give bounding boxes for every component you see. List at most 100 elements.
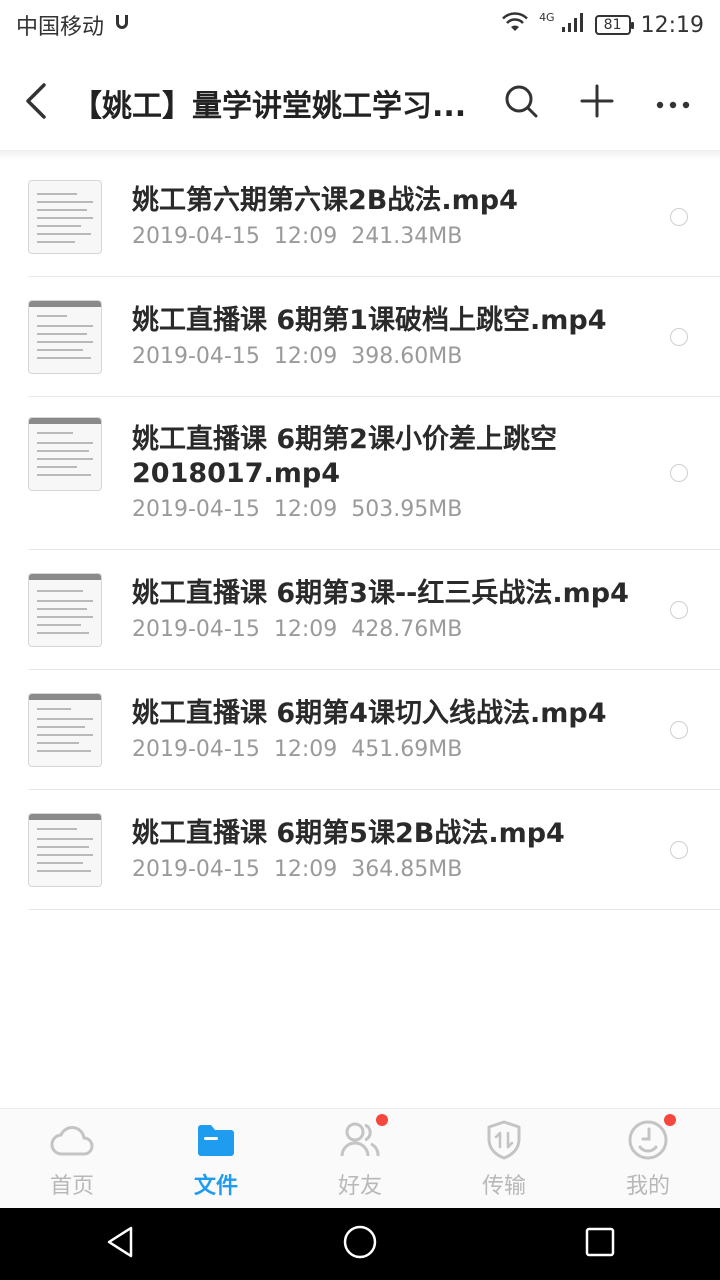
video-thumbnail — [28, 812, 102, 887]
header-bar: 【姚工】量学讲堂姚工学习... — [0, 60, 720, 146]
select-checkbox[interactable] — [670, 464, 688, 482]
file-row[interactable]: 姚工直播课 6期第4课切入线战法.mp4 2019-04-15 12:09 45… — [28, 670, 720, 790]
nav-back-button[interactable] — [80, 1208, 160, 1280]
file-info: 姚工直播课 6期第4课切入线战法.mp4 2019-04-15 12:09 45… — [132, 697, 720, 763]
file-date: 2019-04-15 — [132, 497, 260, 522]
tab-label: 首页 — [49, 1174, 94, 1199]
square-recents-icon — [584, 1226, 616, 1262]
file-info: 姚工直播课 6期第3课--红三兵战法.mp4 2019-04-15 12:09 … — [132, 577, 720, 643]
file-name: 姚工直播课 6期第1课破档上跳空.mp4 — [132, 304, 607, 336]
file-row[interactable]: 姚工第六期第六课2B战法.mp4 2019-04-15 12:09 241.34… — [28, 158, 720, 277]
file-date: 2019-04-15 — [132, 856, 260, 882]
file-date: 2019-04-15 — [132, 736, 260, 762]
friends-icon — [338, 1114, 388, 1162]
app-screen: 中国移动 4G 81 12:19 【姚工】量学讲堂姚工学习... 姚工第六期第六… — [0, 0, 720, 1280]
transfer-icon — [482, 1118, 526, 1162]
tab-home[interactable]: 首页 — [12, 1118, 132, 1200]
status-left: 中国移动 — [16, 9, 132, 41]
circle-home-icon — [342, 1224, 378, 1264]
file-row[interactable]: 姚工直播课 6期第1课破档上跳空.mp4 2019-04-15 12:09 39… — [28, 277, 720, 397]
file-meta: 2019-04-15 12:09 428.76MB — [132, 617, 640, 643]
file-name: 姚工直播课 6期第5课2B战法.mp4 — [132, 817, 565, 849]
file-date: 2019-04-15 — [132, 616, 260, 642]
video-thumbnail — [28, 572, 102, 647]
select-checkbox[interactable] — [670, 840, 688, 859]
tab-transfer[interactable]: 传输 — [444, 1118, 564, 1200]
file-size: 503.95MB — [351, 497, 463, 522]
file-time: 12:09 — [273, 224, 338, 249]
file-date: 2019-04-15 — [132, 343, 260, 369]
file-name: 姚工直播课 6期第3课--红三兵战法.mp4 — [132, 577, 629, 609]
select-checkbox[interactable] — [670, 327, 688, 346]
file-info: 姚工直播课 6期第2课小价差上跳空2018017.mp4 2019-04-15 … — [132, 423, 720, 523]
file-name: 姚工第六期第六课2B战法.mp4 — [132, 185, 518, 216]
carrier-label: 中国移动 — [16, 15, 105, 40]
badge-dot — [376, 1114, 388, 1126]
select-checkbox[interactable] — [670, 600, 688, 619]
more-button[interactable] — [652, 82, 694, 124]
video-thumbnail — [28, 299, 102, 374]
file-meta: 2019-04-15 12:09 398.60MB — [132, 344, 640, 370]
status-bar: 中国移动 4G 81 12:19 — [0, 0, 720, 50]
select-checkbox[interactable] — [670, 720, 688, 739]
file-name: 姚工直播课 6期第4课切入线战法.mp4 — [132, 697, 607, 729]
file-meta: 2019-04-15 12:09 241.34MB — [132, 224, 640, 250]
select-checkbox[interactable] — [670, 208, 688, 226]
tab-files[interactable]: 文件 — [156, 1118, 276, 1200]
video-thumbnail — [28, 692, 102, 767]
file-row[interactable]: 姚工直播课 6期第3课--红三兵战法.mp4 2019-04-15 12:09 … — [28, 550, 720, 670]
file-list: 姚工第六期第六课2B战法.mp4 2019-04-15 12:09 241.34… — [0, 158, 720, 910]
add-button[interactable] — [576, 82, 618, 124]
file-name: 姚工直播课 6期第2课小价差上跳空2018017.mp4 — [132, 424, 557, 489]
tab-friends[interactable]: 好友 — [300, 1114, 420, 1200]
nav-home-button[interactable] — [320, 1208, 400, 1280]
file-time: 12:09 — [273, 856, 338, 882]
file-row[interactable]: 姚工直播课 6期第5课2B战法.mp4 2019-04-15 12:09 364… — [28, 790, 720, 910]
triangle-back-icon — [105, 1225, 135, 1263]
header-actions — [500, 82, 720, 124]
signal-icon — [561, 11, 585, 39]
file-time: 12:09 — [273, 497, 338, 522]
bottom-tab-bar: 首页 文件 好友 传输 我的 — [0, 1108, 720, 1209]
file-time: 12:09 — [273, 736, 338, 762]
wifi-icon — [501, 11, 529, 39]
video-thumbnail — [28, 180, 102, 254]
search-icon — [503, 83, 539, 123]
file-time: 12:09 — [273, 343, 338, 369]
file-size: 428.76MB — [351, 616, 463, 642]
folder-icon — [194, 1118, 238, 1162]
profile-icon — [626, 1114, 676, 1162]
back-arrow-icon — [24, 81, 48, 125]
file-size: 451.69MB — [351, 736, 463, 762]
page-title: 【姚工】量学讲堂姚工学习... — [72, 89, 467, 124]
file-meta: 2019-04-15 12:09 451.69MB — [132, 737, 640, 763]
tab-profile[interactable]: 我的 — [588, 1114, 708, 1200]
clock: 12:19 — [640, 12, 704, 38]
file-size: 241.34MB — [351, 224, 463, 249]
tab-label: 好友 — [337, 1174, 382, 1199]
file-meta: 2019-04-15 12:09 503.95MB — [132, 497, 640, 523]
file-info: 姚工直播课 6期第1课破档上跳空.mp4 2019-04-15 12:09 39… — [132, 304, 720, 370]
file-time: 12:09 — [273, 616, 338, 642]
back-button[interactable] — [0, 60, 72, 146]
tab-label: 传输 — [481, 1174, 526, 1199]
battery-icon: 81 — [594, 15, 634, 35]
more-icon — [656, 94, 690, 113]
nav-recents-button[interactable] — [560, 1208, 640, 1280]
system-nav-bar — [0, 1208, 720, 1280]
file-info: 姚工直播课 6期第5课2B战法.mp4 2019-04-15 12:09 364… — [132, 817, 720, 883]
badge-dot — [664, 1114, 676, 1126]
cloud-icon — [50, 1118, 94, 1162]
search-button[interactable] — [500, 82, 542, 124]
file-meta: 2019-04-15 12:09 364.85MB — [132, 857, 640, 883]
file-size: 398.60MB — [351, 343, 463, 369]
plus-icon — [580, 84, 614, 122]
video-thumbnail — [28, 417, 102, 491]
file-info: 姚工第六期第六课2B战法.mp4 2019-04-15 12:09 241.34… — [132, 184, 720, 250]
file-date: 2019-04-15 — [132, 224, 260, 249]
network-type: 4G — [539, 10, 555, 24]
tab-label: 文件 — [193, 1174, 238, 1199]
file-size: 364.85MB — [351, 856, 463, 882]
file-row[interactable]: 姚工直播课 6期第2课小价差上跳空2018017.mp4 2019-04-15 … — [28, 397, 720, 550]
tab-label: 我的 — [625, 1174, 670, 1199]
